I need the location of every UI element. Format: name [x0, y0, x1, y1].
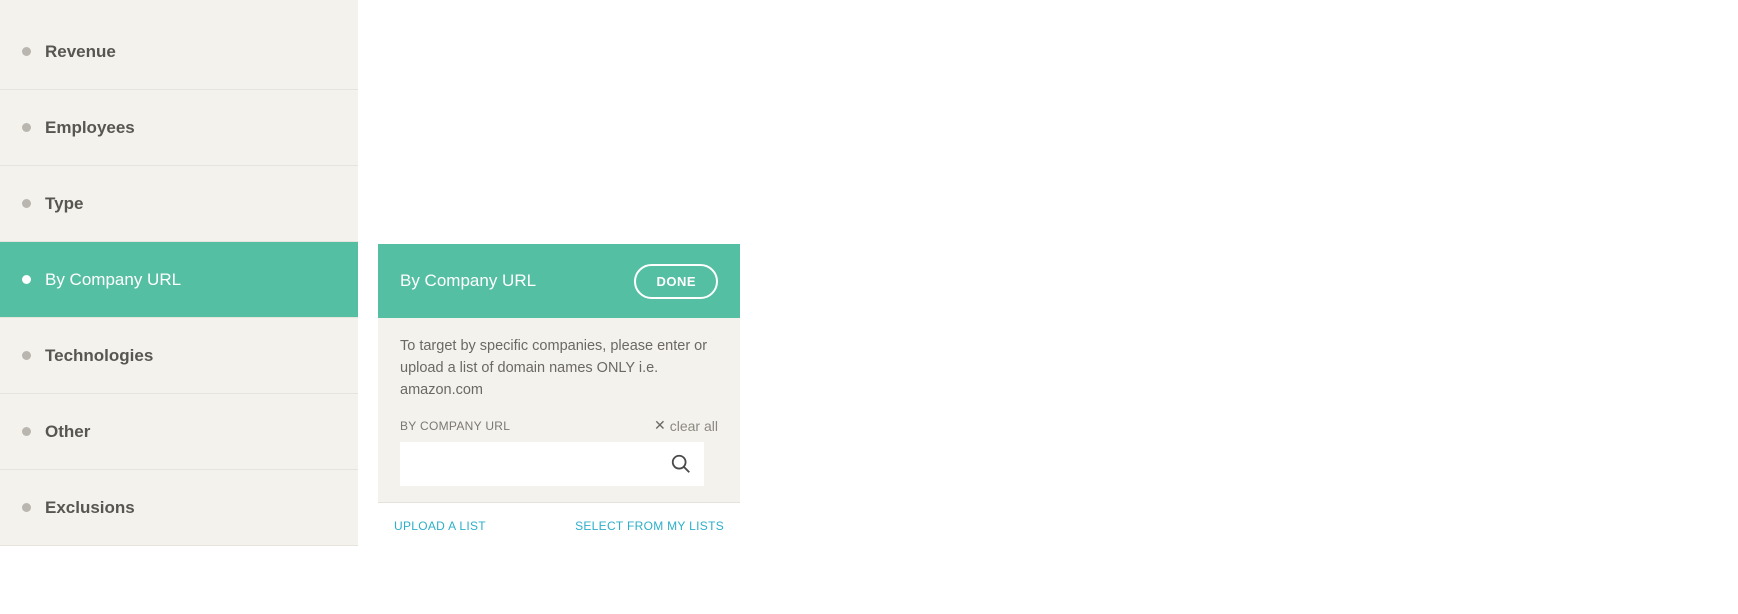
- sidebar-item-label: Other: [45, 422, 90, 442]
- field-label: BY COMPANY URL: [400, 419, 510, 433]
- panel-footer: UPLOAD A LIST SELECT FROM MY LISTS: [378, 502, 740, 549]
- bullet-icon: [22, 123, 31, 132]
- bullet-icon: [22, 275, 31, 284]
- panel-description: To target by specific companies, please …: [400, 336, 718, 401]
- sidebar-item-label: Exclusions: [45, 498, 135, 518]
- sidebar-item-type[interactable]: Type: [0, 166, 358, 242]
- clear-all-button[interactable]: ✕ clear all: [654, 417, 718, 434]
- sidebar-item-employees[interactable]: Employees: [0, 90, 358, 166]
- bullet-icon: [22, 199, 31, 208]
- select-from-lists-link[interactable]: SELECT FROM MY LISTS: [575, 519, 724, 533]
- upload-list-link[interactable]: UPLOAD A LIST: [394, 519, 486, 533]
- close-icon: ✕: [654, 417, 666, 434]
- sidebar-item-label: Employees: [45, 118, 135, 138]
- sidebar-item-exclusions[interactable]: Exclusions: [0, 470, 358, 546]
- sidebar-item-label: Revenue: [45, 42, 116, 62]
- sidebar: Revenue Employees Type By Company URL Te…: [0, 0, 358, 546]
- sidebar-item-by-company-url[interactable]: By Company URL: [0, 242, 358, 318]
- bullet-icon: [22, 47, 31, 56]
- clear-all-label: clear all: [670, 418, 718, 434]
- field-row: BY COMPANY URL ✕ clear all: [400, 417, 718, 434]
- sidebar-item-label: By Company URL: [45, 270, 181, 290]
- sidebar-item-label: Technologies: [45, 346, 153, 366]
- done-button[interactable]: DONE: [634, 264, 718, 299]
- panel-body: To target by specific companies, please …: [378, 318, 740, 502]
- panel-header: By Company URL DONE: [378, 244, 740, 318]
- bullet-icon: [22, 427, 31, 436]
- search-icon[interactable]: [670, 453, 692, 475]
- bullet-icon: [22, 351, 31, 360]
- panel-title: By Company URL: [400, 271, 536, 291]
- company-url-input[interactable]: [400, 442, 704, 486]
- sidebar-spacer: [0, 0, 358, 14]
- sidebar-item-technologies[interactable]: Technologies: [0, 318, 358, 394]
- search-wrap: [400, 442, 704, 486]
- company-url-panel: By Company URL DONE To target by specifi…: [378, 244, 740, 549]
- sidebar-item-label: Type: [45, 194, 83, 214]
- sidebar-item-other[interactable]: Other: [0, 394, 358, 470]
- bullet-icon: [22, 503, 31, 512]
- sidebar-item-revenue[interactable]: Revenue: [0, 14, 358, 90]
